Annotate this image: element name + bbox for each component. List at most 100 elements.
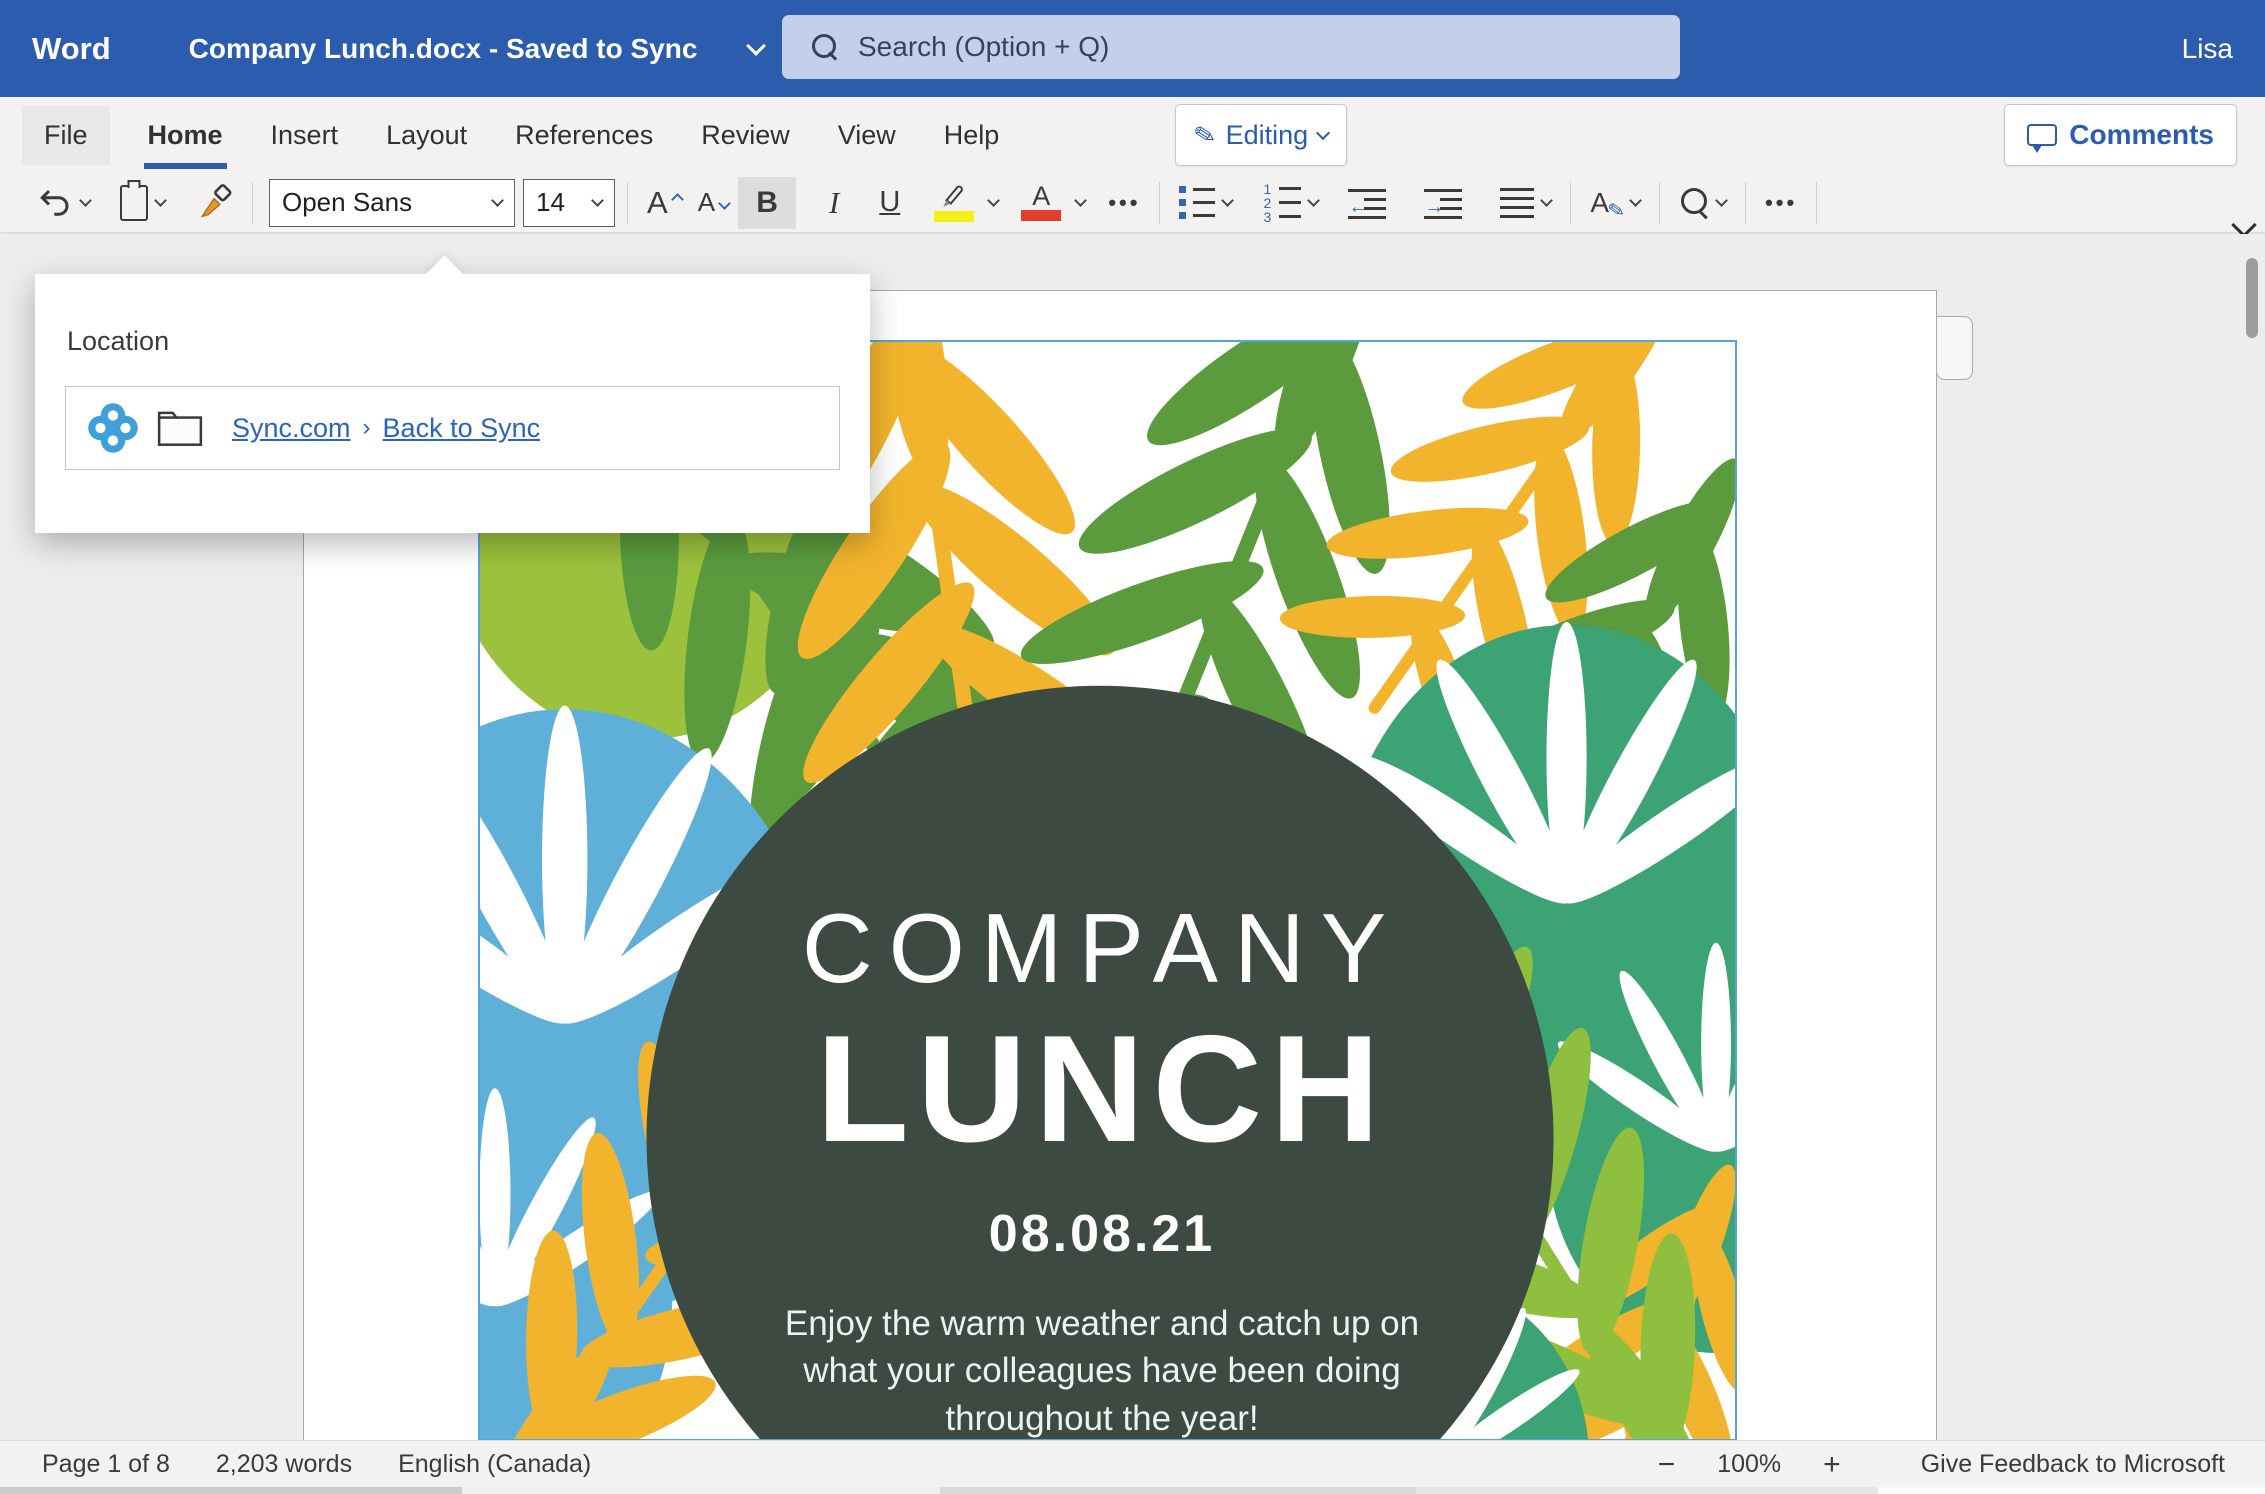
document-title-chevron-icon[interactable] [747,36,767,56]
paste-button[interactable] [113,177,172,229]
increase-indent-button[interactable]: → [1417,177,1469,229]
folder-icon [156,407,204,449]
comment-bubble-icon [2027,124,2057,146]
feedback-link[interactable]: Give Feedback to Microsoft [1921,1450,2225,1479]
user-name[interactable]: Lisa [2182,0,2233,97]
tab-file[interactable]: File [22,106,110,165]
window-bottom-edge [0,1487,2265,1494]
tab-view[interactable]: View [828,106,906,165]
vertical-scrollbar-thumb[interactable] [2246,258,2258,338]
tab-review[interactable]: Review [691,106,800,165]
tab-layout[interactable]: Layout [376,106,477,165]
editing-mode-button[interactable]: ✎ Editing [1175,104,1347,166]
format-painter-button[interactable] [188,177,240,229]
tab-help[interactable]: Help [934,106,1010,165]
undo-button[interactable] [30,177,97,229]
alignment-button[interactable] [1493,177,1558,229]
zoom-level[interactable]: 100% [1717,1450,1781,1479]
chevron-down-icon [1222,194,1235,207]
highlighter-icon [939,183,969,209]
tab-insert[interactable]: Insert [261,106,349,165]
styles-button[interactable]: A ✎ [1583,177,1647,229]
font-size-select[interactable]: 14 [523,179,615,227]
font-name-select[interactable]: Open Sans [269,179,515,227]
bold-button[interactable]: B [738,177,796,229]
popover-title: Location [67,326,870,357]
more-font-options-button[interactable]: ••• [1101,177,1147,229]
editing-label: Editing [1226,120,1309,151]
search-input[interactable] [858,31,1638,63]
flyer-title-line1: COMPANY [652,892,1552,1005]
chevron-down-icon [591,194,604,207]
caret-up-icon [671,193,684,206]
search-box[interactable] [782,15,1680,79]
zoom-out-button[interactable]: − [1658,1448,1676,1482]
decrease-indent-button[interactable]: ← [1341,177,1393,229]
comments-button[interactable]: Comments [2004,104,2237,166]
clipboard-icon [120,185,148,221]
chevron-down-icon [491,194,504,207]
search-icon [812,34,838,60]
window-edge-segment [1416,1487,1878,1494]
breadcrumb-folder-link[interactable]: Back to Sync [383,413,541,444]
underline-icon: U [879,186,900,219]
chevron-down-icon [1541,194,1554,207]
italic-icon: I [829,185,839,221]
breadcrumb-separator: › [363,414,371,442]
bullet-list-icon [1179,186,1215,219]
highlight-color-bar [934,211,974,222]
grow-font-button[interactable]: A [640,177,675,229]
flyer-description: Enjoy the warm weather and catch up on w… [772,1300,1432,1440]
font-size-value: 14 [536,187,565,218]
breadcrumb: Sync.com › Back to Sync [232,413,540,444]
chevron-down-icon[interactable] [1074,194,1087,207]
page-count[interactable]: Page 1 of 8 [42,1450,170,1479]
chevron-down-icon [1308,194,1321,207]
chevron-down-icon [1316,125,1330,139]
font-color-icon: A [1032,184,1050,208]
zoom-in-button[interactable]: + [1823,1448,1841,1482]
font-color-button[interactable]: A [1014,177,1068,229]
language-indicator[interactable]: English (Canada) [398,1450,591,1479]
status-bar: Page 1 of 8 2,203 words English (Canada)… [0,1440,2265,1487]
breadcrumb-root-link[interactable]: Sync.com [232,413,351,444]
document-title[interactable]: Company Lunch.docx - Saved to Sync [189,33,698,65]
word-count[interactable]: 2,203 words [216,1450,352,1479]
decrease-indent-icon: ← [1348,188,1386,218]
page-side-comment-tab[interactable] [1936,316,1973,380]
chevron-down-icon[interactable] [987,194,1000,207]
find-button[interactable] [1672,177,1733,229]
font-color-bar [1021,210,1061,221]
ellipsis-icon: ••• [1765,190,1797,216]
highlight-button[interactable] [927,177,981,229]
grow-font-icon: A [647,185,668,221]
comments-label: Comments [2069,119,2214,151]
underline-button[interactable]: U [872,177,907,229]
shrink-font-icon: A [698,187,715,218]
format-painter-icon [195,184,233,222]
title-bar: Word Company Lunch.docx - Saved to Sync … [0,0,2265,97]
window-edge-segment [0,1487,462,1494]
ribbon-tab-row: File Home Insert Layout References Revie… [0,97,2265,173]
window-edge-segment [462,1487,940,1494]
tab-references[interactable]: References [505,106,663,165]
ellipsis-icon: ••• [1108,190,1140,216]
chevron-down-icon [1715,194,1728,207]
toolbar-overflow-button[interactable]: ••• [1758,177,1804,229]
styles-icon: A ✎ [1590,187,1609,219]
shrink-font-button[interactable]: A [691,177,722,229]
increase-indent-icon: → [1424,188,1462,218]
app-name: Word [32,31,111,67]
caret-down-icon [718,197,731,210]
tab-home[interactable]: Home [138,106,233,165]
magnifier-icon [1679,188,1709,218]
flyer-date: 08.08.21 [652,1204,1552,1264]
italic-button[interactable]: I [822,177,846,229]
window-edge-segment [1878,1487,2265,1494]
bold-icon: B [756,186,778,220]
ribbon-toolbar: Open Sans 14 A A B I U A ••• [0,173,2265,233]
pencil-icon: ✎ [1191,118,1219,153]
numbering-button[interactable]: 1 2 3 [1255,177,1325,229]
bullets-button[interactable] [1172,177,1239,229]
undo-icon [37,185,73,221]
